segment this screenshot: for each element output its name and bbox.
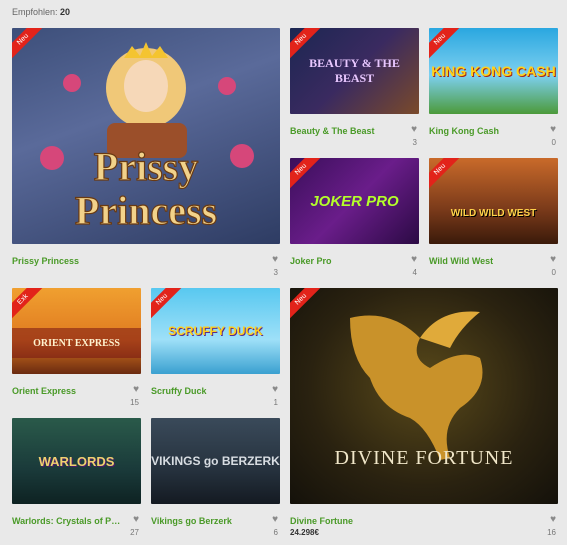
like-count: 16 bbox=[547, 528, 556, 537]
orient-express-artwork: ORIENT EXPRESS bbox=[12, 328, 141, 358]
like-count: 3 bbox=[412, 138, 417, 147]
wild-west-artwork: WILD WILD WEST bbox=[450, 207, 537, 219]
game-thumbnail[interactable]: SCRUFFY DUCK Neu bbox=[151, 288, 280, 374]
jackpot-amount: 24.298€ bbox=[290, 528, 319, 537]
heart-icon[interactable]: ♥ bbox=[133, 514, 139, 525]
game-tile-wild-wild-west[interactable]: WILD WILD WEST Neu Wild Wild West ♥ 0 bbox=[429, 158, 558, 278]
game-tile-scruffy-duck[interactable]: SCRUFFY DUCK Neu Scruffy Duck ♥ 1 bbox=[151, 288, 280, 408]
heart-icon[interactable]: ♥ bbox=[550, 124, 556, 135]
game-thumbnail[interactable]: VIKINGS go BERZERK bbox=[151, 418, 280, 504]
heart-icon[interactable]: ♥ bbox=[411, 124, 417, 135]
heart-icon[interactable]: ♥ bbox=[272, 514, 278, 525]
like-count: 15 bbox=[130, 398, 139, 407]
divine-fortune-logo: DIVINE FORTUNE bbox=[334, 446, 514, 469]
vikings-artwork: VIKINGS go BERZERK bbox=[151, 454, 280, 468]
beauty-beast-artwork: BEAUTY & THE BEAST bbox=[309, 56, 400, 85]
like-count: 1 bbox=[273, 398, 278, 407]
game-thumbnail[interactable]: BEAUTY & THE BEAST Neu bbox=[290, 28, 419, 114]
prissy-princess-artwork: Prissy Princess bbox=[40, 42, 254, 234]
like-count: 0 bbox=[551, 268, 556, 277]
like-count: 0 bbox=[551, 138, 556, 147]
game-title[interactable]: Wild Wild West bbox=[429, 256, 539, 266]
game-thumbnail[interactable]: Prissy Princess Neu bbox=[12, 28, 280, 244]
game-title[interactable]: Vikings go Berzerk bbox=[151, 516, 261, 526]
king-kong-artwork: KING KONG CASH bbox=[431, 63, 556, 79]
prissy-logo-line2: Princess bbox=[75, 188, 217, 233]
heart-icon[interactable]: ♥ bbox=[272, 384, 278, 395]
game-title[interactable]: King Kong Cash bbox=[429, 126, 539, 136]
heart-icon[interactable]: ♥ bbox=[411, 254, 417, 265]
like-count: 27 bbox=[130, 528, 139, 537]
exclusive-badge: Exk bbox=[12, 288, 45, 322]
game-thumbnail[interactable]: WILD WILD WEST Neu bbox=[429, 158, 558, 244]
like-count: 4 bbox=[412, 268, 417, 277]
game-thumbnail[interactable]: WARLORDS bbox=[12, 418, 141, 504]
heart-icon[interactable]: ♥ bbox=[272, 254, 278, 265]
game-thumbnail[interactable]: KING KONG CASH Neu bbox=[429, 28, 558, 114]
recommended-label: Empfohlen: bbox=[12, 7, 58, 17]
game-tile-divine-fortune[interactable]: DIVINE FORTUNE Neu Divine Fortune ♥ 24.2… bbox=[290, 288, 558, 540]
game-tile-warlords[interactable]: WARLORDS Warlords: Crystals of Power ♥ 2… bbox=[12, 418, 141, 540]
recommended-count: 20 bbox=[60, 7, 71, 17]
heart-icon[interactable]: ♥ bbox=[133, 384, 139, 395]
game-title[interactable]: Warlords: Crystals of Power bbox=[12, 516, 122, 526]
game-title[interactable]: Beauty & The Beast bbox=[290, 126, 400, 136]
prissy-logo-line1: Prissy bbox=[94, 144, 198, 189]
new-badge: Neu bbox=[429, 158, 462, 192]
game-title[interactable]: Joker Pro bbox=[290, 256, 400, 266]
game-tile-orient-express[interactable]: ORIENT EXPRESS Exk Orient Express ♥ 15 bbox=[12, 288, 141, 408]
game-thumbnail[interactable]: ORIENT EXPRESS Exk bbox=[12, 288, 141, 374]
like-count: 3 bbox=[273, 268, 278, 277]
game-title[interactable]: Prissy Princess bbox=[12, 256, 242, 266]
like-count: 6 bbox=[273, 528, 278, 537]
scruffy-duck-artwork: SCRUFFY DUCK bbox=[168, 324, 263, 338]
game-thumbnail[interactable]: DIVINE FORTUNE Neu bbox=[290, 288, 558, 504]
game-thumbnail[interactable]: JOKER PRO Neu bbox=[290, 158, 419, 244]
game-tile-prissy-princess[interactable]: Prissy Princess Neu Prissy Princess ♥ 3 bbox=[12, 28, 280, 278]
joker-pro-artwork: JOKER PRO bbox=[310, 192, 399, 210]
game-tile-vikings-go-berzerk[interactable]: VIKINGS go BERZERK Vikings go Berzerk ♥ … bbox=[151, 418, 280, 540]
game-tile-beauty-the-beast[interactable]: BEAUTY & THE BEAST Neu Beauty & The Beas… bbox=[290, 28, 419, 148]
game-title[interactable]: Scruffy Duck bbox=[151, 386, 261, 396]
game-tile-joker-pro[interactable]: JOKER PRO Neu Joker Pro ♥ 4 bbox=[290, 158, 419, 278]
recommended-header: Empfohlen: 20 bbox=[12, 7, 70, 17]
warlords-artwork: WARLORDS bbox=[38, 453, 115, 469]
game-title[interactable]: Orient Express bbox=[12, 386, 122, 396]
game-tile-king-kong-cash[interactable]: KING KONG CASH Neu King Kong Cash ♥ 0 bbox=[429, 28, 558, 148]
heart-icon[interactable]: ♥ bbox=[550, 514, 556, 525]
heart-icon[interactable]: ♥ bbox=[550, 254, 556, 265]
game-title[interactable]: Divine Fortune bbox=[290, 516, 520, 526]
